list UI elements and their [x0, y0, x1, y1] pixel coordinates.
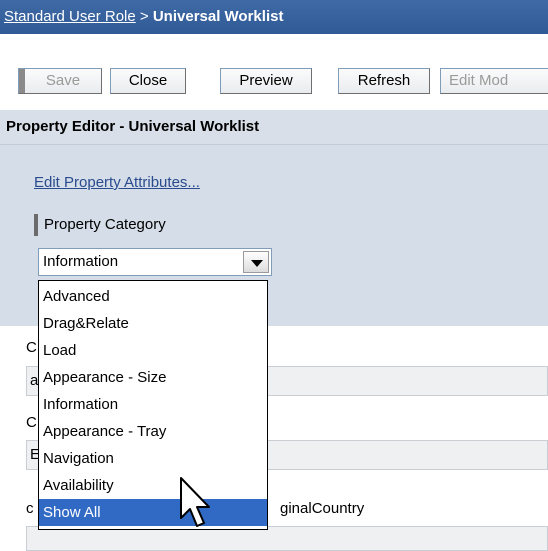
- property-editor-header: Property Editor - Universal Worklist: [0, 110, 548, 144]
- save-button-label: Save: [45, 72, 81, 89]
- dropdown-arrow-button[interactable]: [243, 251, 269, 273]
- title-bar: Standard User Role > Universal Worklist: [0, 0, 548, 34]
- field-label: C: [26, 339, 37, 356]
- close-button-label: Close: [128, 72, 168, 89]
- breadcrumb-parent-link[interactable]: Standard User Role: [4, 8, 136, 25]
- select-value: Information: [43, 253, 119, 270]
- preview-button[interactable]: Preview: [220, 68, 312, 94]
- mouse-pointer-icon: [180, 477, 210, 527]
- refresh-button[interactable]: Refresh: [338, 68, 430, 94]
- refresh-button-label: Refresh: [357, 72, 411, 89]
- breadcrumb-separator: >: [135, 8, 153, 25]
- dropdown-option-navigation[interactable]: Navigation: [39, 445, 267, 472]
- button-grip: [19, 69, 25, 93]
- edit-mode-button[interactable]: Edit Mod: [440, 68, 548, 94]
- category-marker: [34, 214, 38, 236]
- property-category-label: Property Category: [44, 216, 166, 233]
- dropdown-option-drag-relate[interactable]: Drag&Relate: [39, 310, 267, 337]
- dropdown-option-availability[interactable]: Availability: [39, 472, 267, 499]
- save-button[interactable]: Save: [18, 68, 102, 94]
- edit-mode-button-label: Edit Mod: [449, 72, 509, 89]
- dropdown-option-appearance-tray[interactable]: Appearance - Tray: [39, 418, 267, 445]
- category-dropdown-list[interactable]: Advanced Drag&Relate Load Appearance - S…: [38, 280, 268, 530]
- property-category-select[interactable]: Information: [38, 248, 272, 276]
- dropdown-option-advanced[interactable]: Advanced: [39, 283, 267, 310]
- field-label: c: [26, 500, 34, 517]
- breadcrumb-current: Universal Worklist: [152, 8, 284, 25]
- dropdown-option-appearance-size[interactable]: Appearance - Size: [39, 364, 267, 391]
- field-label: C: [26, 414, 37, 431]
- edit-property-attributes-link[interactable]: Edit Property Attributes...: [34, 174, 200, 191]
- chevron-down-icon: [251, 260, 263, 267]
- preview-button-label: Preview: [239, 72, 293, 89]
- dropdown-option-load[interactable]: Load: [39, 337, 267, 364]
- dropdown-option-show-all[interactable]: Show All: [39, 499, 267, 526]
- field-label-suffix: ginalCountry: [280, 500, 365, 517]
- dropdown-option-information[interactable]: Information: [39, 391, 267, 418]
- close-button[interactable]: Close: [110, 68, 186, 94]
